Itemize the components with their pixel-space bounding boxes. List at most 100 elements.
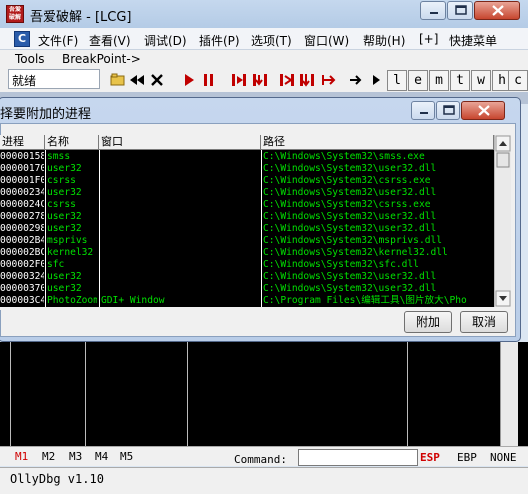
execute-till-return-button[interactable] xyxy=(320,71,338,89)
step-into-icon xyxy=(232,74,246,86)
row-pid: 000001F0 xyxy=(0,175,44,186)
menu-help[interactable]: 帮助(H) xyxy=(363,32,405,49)
column-header-pid[interactable]: 进程 xyxy=(0,135,45,150)
table-row[interactable]: 000002BC kernel32 C:\Windows\System32\kern… xyxy=(0,247,494,259)
windows-button[interactable]: w xyxy=(471,70,491,91)
row-path: C:\Windows\System32\user32.dll xyxy=(263,223,437,234)
row-pid: 000003C4 xyxy=(0,295,44,306)
row-path: C:\Windows\System32\user32.dll xyxy=(263,283,437,294)
memory-map-button[interactable]: m xyxy=(429,70,449,91)
menu-view[interactable]: 查看(V) xyxy=(89,32,131,49)
table-row[interactable]: 00000324 user32 C:\Windows\System32\user32… xyxy=(0,271,494,283)
step-over-button[interactable] xyxy=(251,71,269,89)
window-title: 吾爱破解 - [LCG] xyxy=(30,10,132,25)
row-name: csrss xyxy=(47,199,76,210)
table-row[interactable]: 00000170 user32 C:\Windows\System32\user32… xyxy=(0,163,494,175)
menu-debug[interactable]: 调试(D) xyxy=(144,32,187,49)
row-name: user32 xyxy=(47,271,82,282)
menu-logo-icon[interactable]: C xyxy=(14,31,30,47)
row-path: C:\Windows\System32\kernel32.dll xyxy=(263,247,448,258)
open-folder-button[interactable] xyxy=(109,71,127,89)
dialog-maximize-button[interactable] xyxy=(436,101,460,120)
table-row[interactable]: 00000370 user32 C:\Windows\System32\user32… xyxy=(0,283,494,295)
column-header-path[interactable]: 路径 xyxy=(261,135,494,150)
trace-over-icon xyxy=(300,74,314,87)
column-header-window[interactable]: 窗口 xyxy=(99,135,261,150)
mem-tab-m4[interactable]: M4 xyxy=(95,450,108,463)
table-row[interactable]: 000002B4 msprivs C:\Windows\System32\mspri… xyxy=(0,235,494,247)
menu-shortcuts[interactable]: 快捷菜单 xyxy=(449,32,497,49)
row-path: C:\Windows\System32\csrss.exe xyxy=(263,199,431,210)
cancel-button[interactable]: 取消 xyxy=(460,311,508,333)
scrollbar-arrows-icon xyxy=(495,135,511,307)
table-row[interactable]: 000002F0 sfc C:\Windows\System32\sfc.dll xyxy=(0,259,494,271)
maximize-button[interactable] xyxy=(447,1,473,20)
return-icon xyxy=(322,75,336,85)
pause-icon xyxy=(204,74,213,86)
close-button[interactable] xyxy=(474,1,520,20)
trace-into-button[interactable] xyxy=(278,71,296,89)
trace-over-button[interactable] xyxy=(298,71,316,89)
row-window: GDI+ Window xyxy=(101,295,165,306)
x-icon xyxy=(151,74,163,86)
mem-tab-m5[interactable]: M5 xyxy=(120,450,133,463)
cpu-button[interactable]: c xyxy=(508,70,528,91)
tools-menu[interactable]: Tools xyxy=(15,52,45,66)
row-pid: 00000298 xyxy=(0,223,44,234)
row-pid: 00000234 xyxy=(0,187,44,198)
trace-into-icon xyxy=(280,74,294,86)
threads-button[interactable]: t xyxy=(450,70,470,91)
attach-button[interactable]: 附加 xyxy=(404,311,452,333)
menu-plugins[interactable]: 插件(P) xyxy=(199,32,240,49)
step-over-icon xyxy=(253,74,267,86)
dialog-title: 择要附加的进程 xyxy=(0,107,92,122)
command-input[interactable] xyxy=(298,449,418,466)
row-pid: 00000278 xyxy=(0,211,44,222)
table-row[interactable]: 0000024C csrss C:\Windows\System32\csrss.e… xyxy=(0,199,494,211)
esp-button[interactable]: ESP xyxy=(420,451,440,464)
folder-open-icon xyxy=(110,73,125,86)
table-row[interactable]: 00000278 user32 C:\Windows\System32\user32… xyxy=(0,211,494,223)
cpu-vertical-scrollbar[interactable] xyxy=(500,342,518,446)
row-path: C:\Windows\System32\user32.dll xyxy=(263,163,437,174)
dialog-close-button[interactable] xyxy=(461,101,505,120)
process-table-scrollbar[interactable] xyxy=(494,135,511,307)
close-icon xyxy=(492,5,504,16)
maximize-icon xyxy=(455,5,467,15)
minimize-button[interactable] xyxy=(420,1,446,20)
dialog-minimize-button[interactable] xyxy=(411,101,435,120)
menu-window[interactable]: 窗口(W) xyxy=(304,32,349,49)
table-row[interactable]: 00000298 user32 C:\Windows\System32\user32… xyxy=(0,223,494,235)
executable-modules-button[interactable]: e xyxy=(408,70,428,91)
step-into-button[interactable] xyxy=(230,71,248,89)
process-rows: 00000158 smss C:\Windows\System32\smss.exe… xyxy=(0,151,494,307)
column-header-name[interactable]: 名称 xyxy=(45,135,99,150)
row-pid: 000002F0 xyxy=(0,259,44,270)
table-row[interactable]: 000001F0 csrss C:\Windows\System32\csrss.e… xyxy=(0,175,494,187)
pause-button[interactable] xyxy=(200,71,218,89)
menu-options[interactable]: 选项(T) xyxy=(251,32,292,49)
row-pid: 00000158 xyxy=(0,151,44,162)
log-window-button[interactable]: l xyxy=(387,70,407,91)
mem-tab-m1[interactable]: M1 xyxy=(15,450,28,463)
version-label: OllyDbg v1.10 xyxy=(10,472,104,486)
goto-button[interactable] xyxy=(348,71,366,89)
table-row[interactable]: 000003C4 PhotoZoom GDI+ Window C:\Program F… xyxy=(0,295,494,307)
cpu-dump-pane[interactable] xyxy=(0,342,528,446)
run-button[interactable] xyxy=(180,71,198,89)
mem-tab-m3[interactable]: M3 xyxy=(69,450,82,463)
rewind-button[interactable] xyxy=(128,71,146,89)
ebp-button[interactable]: EBP xyxy=(457,451,477,464)
menu-plus[interactable]: [+] xyxy=(419,32,438,46)
row-name: sfc xyxy=(47,259,65,270)
row-path: C:\Windows\System32\sfc.dll xyxy=(263,259,419,270)
table-row[interactable]: 00000158 smss C:\Windows\System32\smss.exe xyxy=(0,151,494,163)
row-name: user32 xyxy=(47,223,82,234)
breakpoint-menu[interactable]: BreakPoint-> xyxy=(62,52,141,66)
status-text: 就绪 xyxy=(12,74,37,88)
table-row[interactable]: 00000234 user32 C:\Windows\System32\user32… xyxy=(0,187,494,199)
none-button[interactable]: NONE xyxy=(490,451,517,464)
close-process-button[interactable] xyxy=(148,71,166,89)
menu-file[interactable]: 文件(F) xyxy=(38,32,78,49)
mem-tab-m2[interactable]: M2 xyxy=(42,450,55,463)
